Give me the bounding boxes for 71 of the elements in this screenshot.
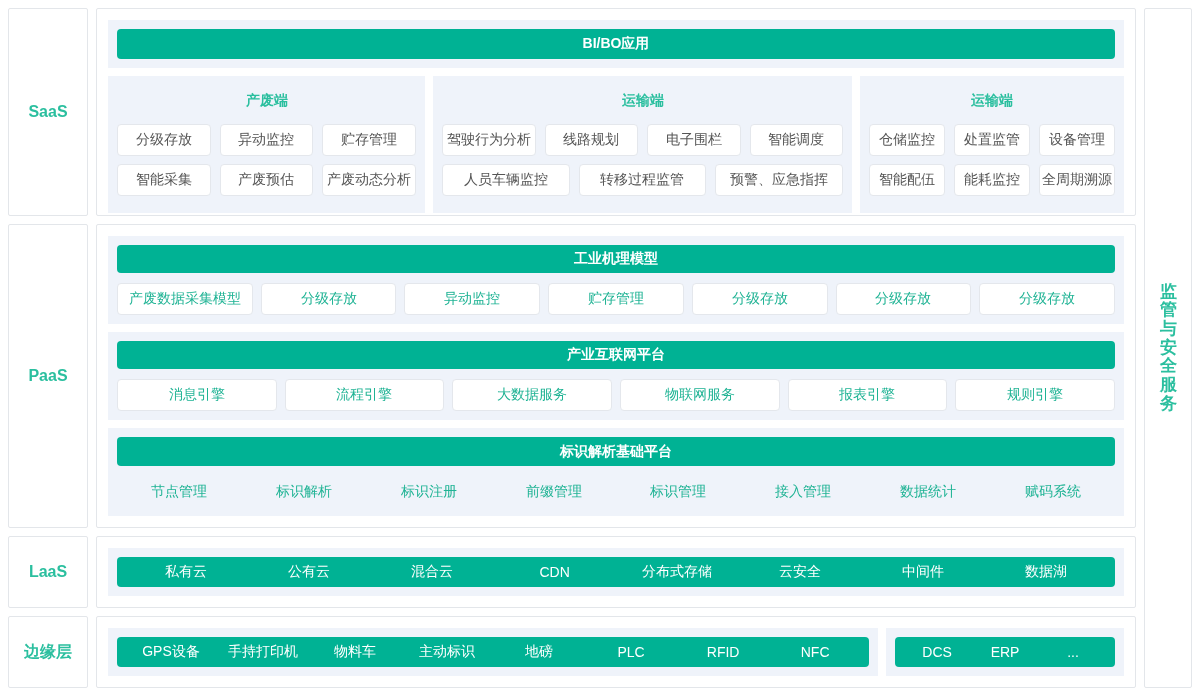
module-tile: 产废数据采集模型 [117, 283, 253, 315]
banner-bar: BI/BO应用 [117, 29, 1115, 59]
module-label: 标识解析 [275, 482, 334, 501]
module-tile: 产废动态分析 [322, 164, 416, 196]
module-tile: 贮存管理 [548, 283, 684, 315]
module-tile: 分级存放 [691, 283, 828, 315]
strip-label: 云安全 [778, 563, 823, 581]
module-tile: 分级存放 [117, 124, 211, 156]
strip-label: 私有云 [164, 563, 209, 581]
module-label: 标识注册 [399, 482, 458, 501]
section-bar: 标识解析基础平台 [117, 437, 1115, 467]
strip-label: DCS [921, 644, 953, 660]
module-tile: 物联网服务 [620, 379, 780, 411]
module-tile: 分级存放 [835, 283, 972, 315]
module-tile: 处置监管 [954, 124, 1030, 156]
strip-label: ... [1066, 644, 1080, 660]
group-title: 运输端 [620, 91, 665, 110]
module-label: 节点管理 [150, 482, 209, 501]
strip-label: CDN [538, 564, 571, 580]
strip-label: PLC [616, 644, 646, 660]
side-service-label: 监管与安全服务 [1159, 282, 1177, 414]
strip-label: 中间件 [900, 563, 945, 581]
strip-label: 物料车 [333, 643, 378, 661]
module-tile: 异动监控 [404, 283, 541, 315]
module-tile: 分级存放 [260, 283, 397, 315]
module-tile: 异动监控 [219, 124, 314, 156]
section-bar: 工业机理模型 [117, 245, 1115, 273]
strip-label: 地磅 [524, 643, 555, 661]
layer-label: PaaS [8, 224, 88, 528]
strip-label: 手持打印机 [227, 643, 299, 661]
layer-label: LaaS [8, 536, 88, 608]
module-label: 前缀管理 [524, 482, 583, 501]
strip-label: 公有云 [287, 563, 332, 581]
module-tile: 分级存放 [979, 283, 1115, 315]
layer-label: 边缘层 [8, 616, 88, 688]
module-tile: 规则引擎 [955, 379, 1115, 411]
strip-label: ERP [989, 644, 1021, 660]
group-title: 产废端 [244, 91, 289, 110]
section-bar: 产业互联网平台 [117, 341, 1115, 369]
module-label: 数据统计 [898, 482, 957, 501]
module-tile: 线路规划 [544, 124, 638, 156]
module-tile: 转移过程监管 [578, 164, 707, 196]
module-label: 接入管理 [774, 482, 833, 501]
strip-label: 分布式存储 [641, 563, 714, 581]
module-tile: 设备管理 [1039, 124, 1115, 156]
module-label: 标识管理 [649, 482, 708, 501]
module-tile: 仓储监控 [869, 124, 945, 156]
module-tile: 消息引擎 [117, 379, 277, 411]
module-label: 赋码系统 [1023, 482, 1082, 501]
module-tile: 电子围栏 [647, 124, 741, 156]
module-tile: 流程引擎 [284, 379, 445, 411]
module-tile: 驾驶行为分析 [442, 124, 536, 156]
layer-label: SaaS [8, 8, 88, 216]
strip-label: NFC [799, 644, 831, 660]
module-tile: 能耗监控 [954, 164, 1030, 196]
module-tile: 智能配伍 [869, 164, 945, 196]
module-tile: 预警、应急指挥 [715, 164, 843, 196]
module-tile: 大数据服务 [452, 379, 612, 411]
module-tile: 报表引擎 [787, 379, 948, 411]
strip-label: RFID [705, 644, 741, 660]
strip-label: 数据湖 [1023, 563, 1068, 581]
strip-label: 主动标识 [418, 643, 477, 661]
strip-label: GPS设备 [141, 643, 201, 661]
module-tile: 全周期溯源 [1039, 164, 1115, 196]
module-tile: 智能调度 [749, 124, 843, 156]
module-tile: 贮存管理 [322, 124, 416, 156]
strip-label: 混合云 [409, 563, 454, 581]
module-tile: 人员车辆监控 [442, 164, 570, 196]
module-tile: 产废预估 [219, 164, 314, 196]
group-title: 运输端 [970, 91, 1014, 110]
module-tile: 智能采集 [117, 164, 211, 196]
